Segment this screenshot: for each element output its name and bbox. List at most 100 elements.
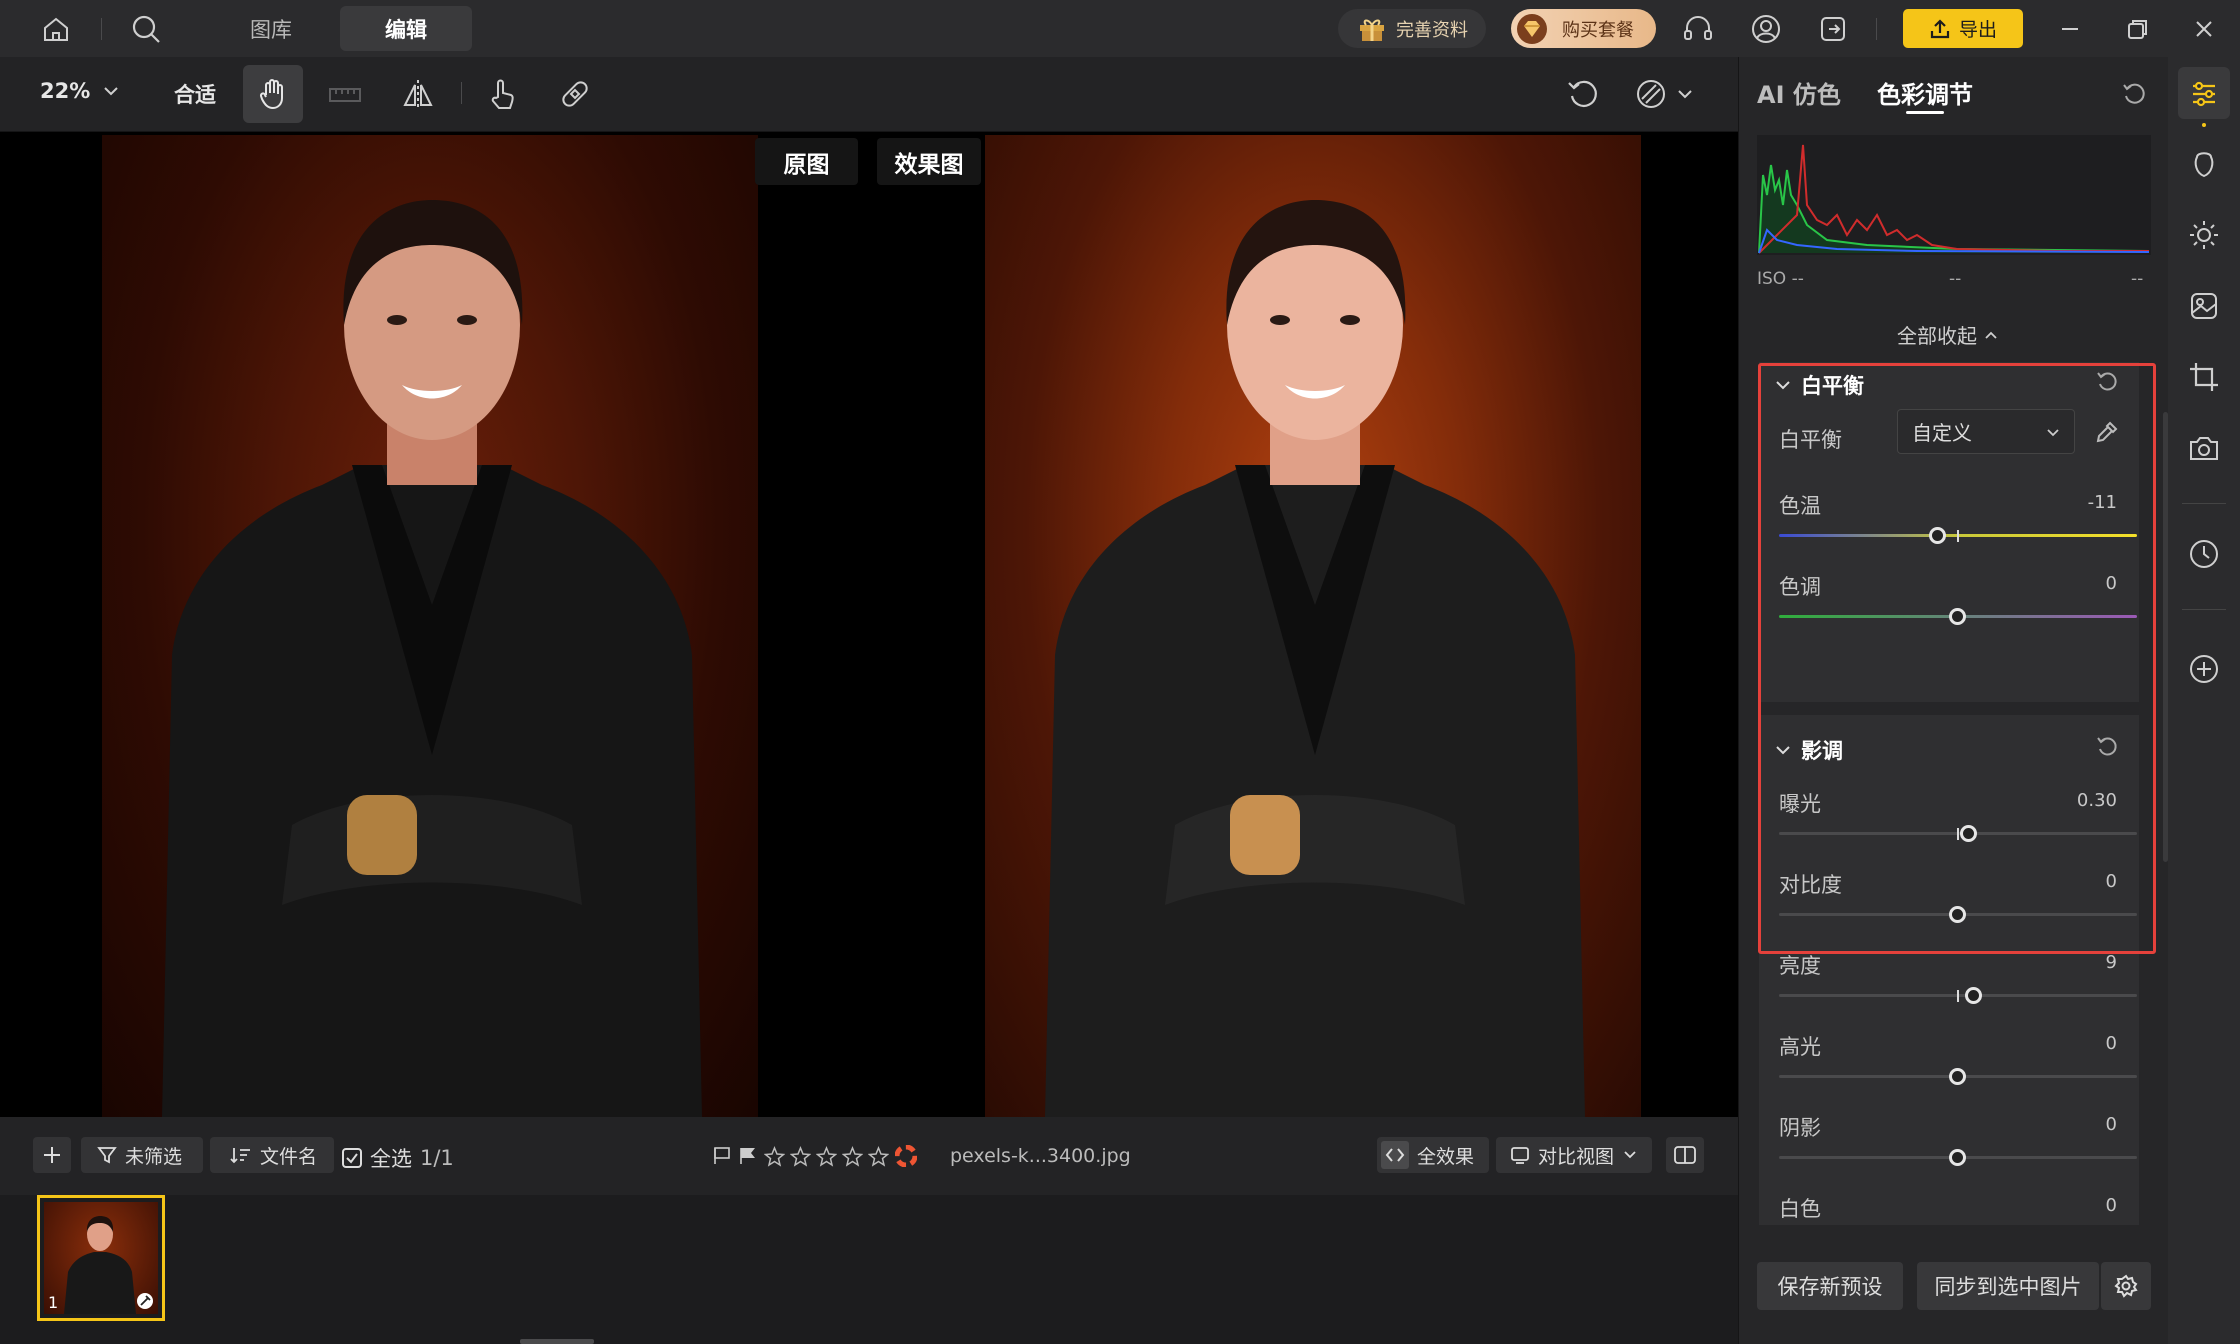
flip-icon [403, 80, 433, 108]
filter-button[interactable]: 未筛选 [81, 1137, 203, 1173]
undo-button[interactable] [1553, 65, 1613, 123]
flag-icon[interactable] [712, 1146, 732, 1166]
flip-tool[interactable] [388, 65, 448, 123]
split-view-icon [1674, 1146, 1696, 1164]
chevron-down-icon [1678, 90, 1692, 99]
compare-view-label: 对比视图 [1538, 1145, 1615, 1168]
buy-package-button[interactable]: 购买套餐 [1511, 9, 1656, 48]
select-all-checkbox[interactable]: 全选 1/1 [341, 1143, 454, 1173]
edit-toolbar: 22% 合适 [0, 57, 1738, 132]
bandage-tool[interactable] [545, 65, 605, 123]
home-icon[interactable] [38, 11, 74, 47]
star-icon[interactable] [868, 1145, 889, 1167]
hand-icon [259, 79, 283, 110]
search-icon[interactable] [128, 11, 164, 47]
light-rail-button[interactable] [2178, 209, 2230, 261]
full-effect-label: 全效果 [1417, 1145, 1475, 1168]
slider-value[interactable]: 9 [2106, 952, 2117, 973]
sync-selected-button[interactable]: 同步到选中图片 [1917, 1262, 2099, 1310]
iso-readout: ISO -- [1757, 269, 1804, 289]
color-adjust-rail-button[interactable] [2178, 67, 2230, 119]
select-all-label: 全选 [370, 1147, 412, 1171]
tab-library[interactable]: 图库 [224, 6, 318, 51]
chevron-down-icon [1624, 1151, 1636, 1159]
collapse-all-button[interactable]: 全部收起 [1897, 320, 1999, 349]
filmstrip-toolbar: 未筛选 文件名 全选 1/1 pexels-k...3400.jpg 全效果 对… [0, 1117, 1738, 1195]
tab-ai-color[interactable]: AI 仿色 [1757, 75, 1841, 110]
touch-tool[interactable] [472, 65, 532, 123]
slider-knob[interactable] [1965, 987, 1983, 1004]
sun-icon [2190, 221, 2218, 249]
complete-profile-button[interactable]: 完善资料 [1338, 9, 1486, 48]
image-edit-icon [2191, 293, 2217, 319]
sort-icon [230, 1148, 250, 1164]
camera-rail-button[interactable] [2178, 422, 2230, 474]
star-icon[interactable] [816, 1145, 837, 1167]
bandage-icon [562, 81, 588, 107]
minimize-icon[interactable] [2052, 11, 2088, 47]
image-rail-button[interactable] [2178, 280, 2230, 332]
hand-tool[interactable] [243, 65, 303, 123]
ruler-tool[interactable] [315, 65, 375, 123]
color-label-icon[interactable] [895, 1145, 917, 1167]
star-icon[interactable] [790, 1145, 811, 1167]
logout-icon[interactable] [1815, 11, 1851, 47]
thumbnail-index: 1 [48, 1293, 59, 1312]
slider-knob[interactable] [1949, 1068, 1966, 1085]
tab-edit[interactable]: 编辑 [340, 6, 472, 51]
mask-dropdown[interactable] [1624, 65, 1704, 123]
crop-rail-button[interactable] [2178, 351, 2230, 403]
image-canvas[interactable]: 原图 效果图 [0, 132, 1738, 1117]
filmstrip: 1 [0, 1195, 1738, 1344]
plus-circle-icon [2190, 655, 2218, 683]
buy-package-label: 购买套餐 [1562, 19, 1634, 41]
zoom-select[interactable]: 22% [40, 79, 120, 103]
filmstrip-scrollbar[interactable] [520, 1339, 594, 1344]
slider-label: 高光 [1779, 1035, 1821, 1059]
star-rating[interactable] [764, 1145, 889, 1167]
diamond-icon [1517, 13, 1547, 44]
compare-view-dropdown[interactable]: 对比视图 [1496, 1137, 1652, 1173]
sliders-icon [2193, 81, 2215, 107]
original-image [102, 135, 758, 1117]
user-icon[interactable] [1748, 11, 1784, 47]
history-rail-button[interactable] [2178, 528, 2230, 580]
slider-knob[interactable] [1949, 1149, 1966, 1166]
star-icon[interactable] [842, 1145, 863, 1167]
portrait-figure [1045, 200, 1585, 1117]
full-effect-button[interactable]: 全效果 [1377, 1137, 1489, 1173]
slider-value[interactable]: 0 [2106, 1033, 2117, 1054]
export-button[interactable]: 导出 [1903, 9, 2023, 48]
export-label: 导出 [1958, 19, 1997, 41]
slider-value[interactable]: 0 [2106, 1114, 2117, 1135]
reset-all-icon[interactable] [2121, 81, 2147, 107]
original-label: 原图 [755, 138, 858, 185]
code-compare-icon [1381, 1141, 1409, 1169]
settings-button[interactable] [2101, 1262, 2151, 1310]
headset-icon[interactable] [1680, 11, 1716, 47]
split-view-button[interactable] [1666, 1137, 1704, 1173]
collapse-all-label: 全部收起 [1897, 324, 1977, 348]
thumbnail[interactable]: 1 [37, 1195, 165, 1321]
tab-color-adjust[interactable]: 色彩调节 [1877, 75, 1973, 110]
restore-icon[interactable] [2120, 11, 2156, 47]
add-button[interactable] [33, 1137, 71, 1173]
face-icon [2194, 152, 2214, 178]
fit-button[interactable]: 合适 [174, 79, 216, 109]
chevron-up-icon [1985, 331, 1997, 339]
close-icon[interactable] [2186, 11, 2222, 47]
slider-value[interactable]: 0 [2106, 1195, 2117, 1216]
filter-icon [97, 1147, 117, 1164]
divider [2182, 609, 2226, 610]
add-rail-button[interactable] [2178, 643, 2230, 695]
save-preset-button[interactable]: 保存新预设 [1757, 1262, 1903, 1310]
sort-button[interactable]: 文件名 [210, 1137, 334, 1173]
divider [461, 82, 462, 104]
retouch-rail-button[interactable] [2178, 138, 2230, 190]
crop-icon [2190, 363, 2218, 391]
star-icon[interactable] [764, 1145, 785, 1167]
reject-flag-icon[interactable] [738, 1146, 758, 1166]
histogram-right-readout: -- [2131, 269, 2144, 289]
undo-icon [1568, 80, 1597, 107]
sort-label: 文件名 [260, 1145, 318, 1168]
